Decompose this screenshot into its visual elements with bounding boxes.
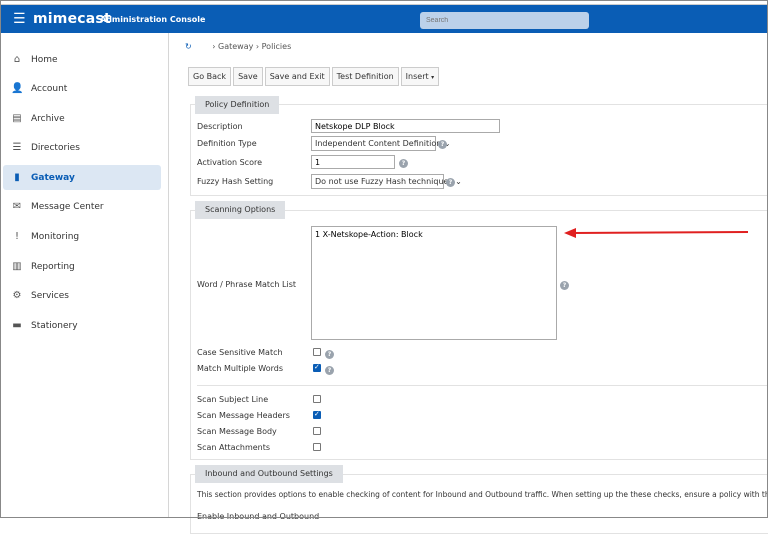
home-icon: ⌂ (13, 54, 21, 65)
scan-message-body-checkbox[interactable] (313, 427, 321, 435)
stationery-icon: ▬ (12, 320, 22, 331)
archive-icon: ▤ (12, 113, 22, 124)
sidebar-item-directories[interactable]: ☰ Directories (3, 135, 161, 160)
sidebar-item-label: Account (31, 83, 68, 94)
app-header: ☰ mimecast Administration Console (0, 5, 768, 33)
save-and-exit-button[interactable]: Save and Exit (264, 67, 330, 86)
definition-type-value: Independent Content Definition (315, 139, 442, 148)
sidebar-item-stationery[interactable]: ▬ Stationery (3, 313, 161, 338)
account-icon: 👤 (11, 83, 24, 94)
refresh-icon[interactable]: ↻ (185, 42, 192, 51)
help-icon[interactable]: ? (438, 140, 447, 149)
inbound-outbound-header: Inbound and Outbound Settings (195, 465, 343, 483)
scan-message-headers-label: Scan Message Headers (197, 411, 290, 420)
chevron-down-icon: ⌄ (455, 177, 462, 186)
hamburger-menu-icon[interactable]: ☰ (13, 12, 26, 26)
policy-definition-section (190, 104, 768, 196)
breadcrumb-policies[interactable]: Policies (262, 42, 292, 51)
options-divider (197, 385, 768, 386)
directories-icon: ☰ (12, 142, 22, 153)
match-list-textarea[interactable]: 1 X-Netskope-Action: Block (311, 226, 557, 340)
breadcrumb-gateway[interactable]: Gateway (218, 42, 253, 51)
enable-inbound-outbound-label: Enable Inbound and Outbound (197, 512, 320, 521)
sidebar-item-reporting[interactable]: ▥ Reporting (3, 254, 161, 279)
sidebar-item-archive[interactable]: ▤ Archive (3, 106, 161, 131)
console-title: Administration Console (100, 15, 206, 24)
sidebar-item-label: Monitoring (31, 231, 80, 242)
scan-message-body-label: Scan Message Body (197, 427, 277, 436)
policy-definition-header: Policy Definition (195, 96, 280, 114)
case-sensitive-match-label: Case Sensitive Match (197, 348, 283, 357)
sidebar-item-gateway[interactable]: ▮ Gateway (3, 165, 161, 190)
scanning-options-header: Scanning Options (195, 201, 286, 219)
help-icon[interactable]: ? (446, 178, 455, 187)
help-icon[interactable]: ? (325, 366, 334, 375)
red-arrow-annotation (564, 228, 749, 238)
help-icon[interactable]: ? (560, 281, 569, 290)
monitoring-icon: ! (14, 231, 19, 242)
save-button[interactable]: Save (233, 67, 263, 86)
insert-label: Insert (405, 72, 429, 81)
scan-attachments-label: Scan Attachments (197, 443, 271, 452)
fuzzy-hash-value: Do not use Fuzzy Hash techniques (315, 177, 453, 186)
sidebar-item-label: Directories (31, 142, 80, 153)
sidebar-item-label: Stationery (31, 320, 78, 331)
inbound-outbound-section (190, 474, 768, 534)
message-center-icon: ✉ (12, 201, 22, 212)
gateway-icon: ▮ (14, 172, 20, 183)
sidebar-item-home[interactable]: ⌂ Home (3, 47, 161, 72)
definition-type-select[interactable]: Independent Content Definition ⌄ (311, 136, 451, 151)
sidebar-item-label: Message Center (31, 201, 104, 212)
sidebar-item-services[interactable]: ⚙ Services (3, 283, 161, 308)
insert-dropdown-button[interactable]: Insert ▾ (400, 67, 440, 86)
inbound-outbound-description: This section provides options to enable … (197, 490, 768, 499)
reporting-icon: ▥ (12, 261, 22, 272)
description-label: Description (197, 122, 243, 131)
scan-subject-line-checkbox[interactable] (313, 395, 321, 403)
fuzzy-hash-label: Fuzzy Hash Setting (197, 177, 274, 186)
sidebar-item-message-center[interactable]: ✉ Message Center (3, 194, 161, 219)
test-definition-button[interactable]: Test Definition (331, 67, 399, 86)
match-multiple-words-checkbox[interactable] (313, 363, 321, 372)
sidebar-item-label: Reporting (31, 261, 75, 272)
fuzzy-hash-select[interactable]: Do not use Fuzzy Hash techniques ⌄ (311, 174, 462, 189)
description-input[interactable] (311, 119, 500, 133)
help-icon[interactable]: ? (399, 159, 408, 168)
case-sensitive-match-checkbox[interactable] (313, 348, 321, 356)
sidebar-item-account[interactable]: 👤 Account (3, 76, 161, 101)
go-back-button[interactable]: Go Back (188, 67, 232, 86)
sidebar-item-label: Home (31, 54, 58, 65)
sidebar-item-label: Archive (31, 113, 65, 124)
search-input[interactable] (420, 12, 589, 29)
caret-down-icon: ▾ (431, 74, 435, 81)
match-multiple-words-label: Match Multiple Words (197, 364, 284, 373)
scan-message-headers-checkbox[interactable] (313, 410, 321, 419)
definition-type-label: Definition Type (197, 139, 257, 148)
activation-score-input[interactable] (311, 155, 395, 169)
sidebar-item-label: Gateway (31, 172, 75, 183)
scan-attachments-checkbox[interactable] (313, 443, 321, 451)
scan-subject-line-label: Scan Subject Line (197, 395, 269, 404)
help-icon[interactable]: ? (325, 350, 334, 359)
activation-score-label: Activation Score (197, 158, 262, 167)
toolbar: Go Back Save Save and Exit Test Definiti… (188, 67, 440, 86)
sidebar-item-monitoring[interactable]: ! Monitoring (3, 224, 161, 249)
services-icon: ⚙ (12, 290, 22, 301)
breadcrumb: ↻ › Gateway › Policies (185, 42, 292, 51)
sidebar-item-label: Services (31, 290, 69, 301)
sidebar: ⌂ Home 👤 Account ▤ Archive ☰ Directories ▮ Gatewa… (0, 33, 169, 518)
match-list-label: Word / Phrase Match List (197, 280, 296, 289)
